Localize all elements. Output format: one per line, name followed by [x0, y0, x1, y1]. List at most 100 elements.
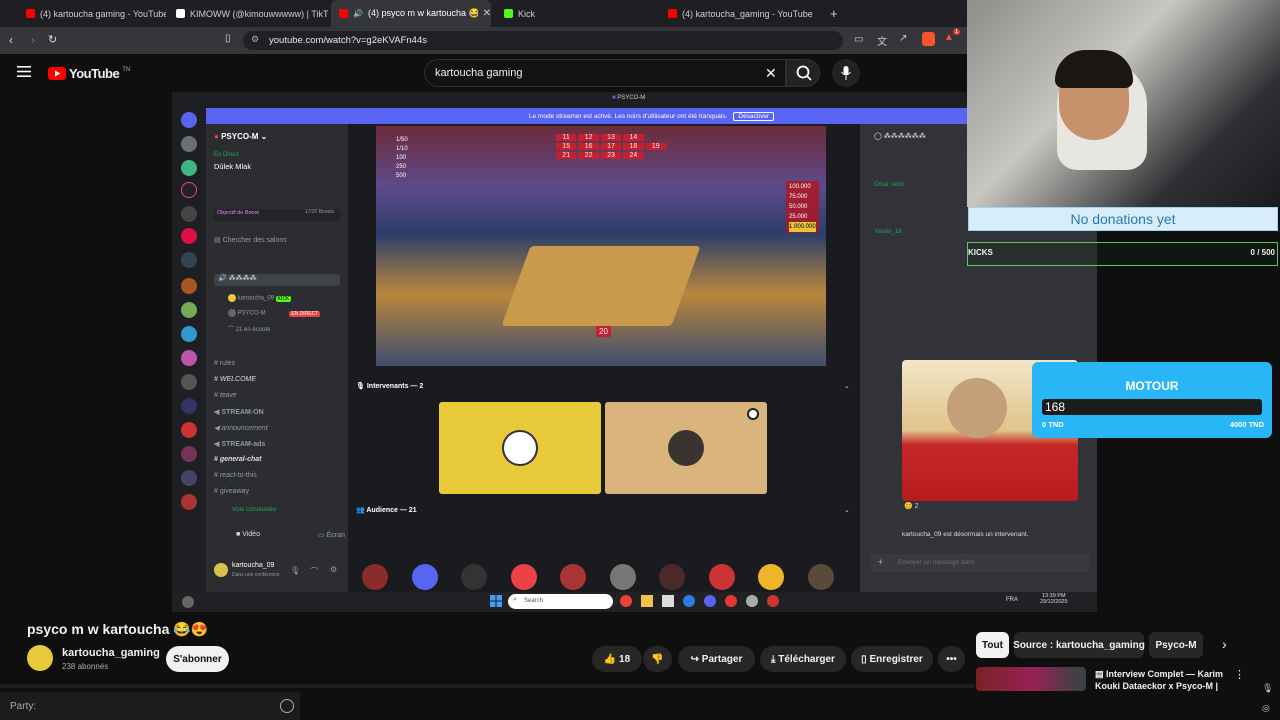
server-icon[interactable] — [181, 326, 197, 342]
server-icon[interactable] — [181, 446, 197, 462]
audience-avatar[interactable] — [758, 564, 784, 590]
location-icon[interactable]: ◎ — [1262, 703, 1270, 714]
server-icon[interactable] — [181, 302, 197, 318]
channel-avatar[interactable] — [27, 645, 53, 671]
site-info-icon[interactable]: ⚙ — [251, 34, 259, 45]
channel-item[interactable]: ◀ STREAM-ON — [214, 408, 264, 416]
edge-icon[interactable] — [683, 595, 695, 607]
deafen-icon[interactable]: ⌒ — [310, 566, 318, 577]
server-icon[interactable] — [181, 398, 197, 414]
channel-item[interactable]: ◀ STREAM-ads — [214, 440, 265, 448]
dislike-button[interactable]: 👎 — [643, 646, 672, 672]
channel-item[interactable]: # react-to-this — [214, 472, 257, 479]
channel-search[interactable]: ▤ Chercher des salons — [214, 236, 287, 244]
reload-icon[interactable]: ↻ — [48, 33, 57, 46]
tab-close-icon[interactable]: ✕ — [483, 8, 491, 19]
server-icon[interactable] — [181, 182, 197, 198]
app-icon[interactable] — [746, 595, 758, 607]
menu-icon[interactable] — [17, 66, 31, 77]
audience-header[interactable]: 👥 Audience — 21 — [356, 506, 417, 514]
channel-item[interactable]: # giveaway — [214, 488, 249, 495]
microphone-icon[interactable]: 🎙 — [1262, 683, 1273, 694]
server-icon[interactable] — [181, 252, 197, 268]
channel-item[interactable]: # rules — [214, 360, 235, 367]
subscribe-button[interactable]: S'abonner — [166, 646, 229, 672]
cast-icon[interactable]: ▭ — [854, 34, 863, 45]
save-button[interactable]: ▯ Enregistrer — [851, 646, 933, 672]
video-player[interactable]: ■ PSYCO-M ← Le mode streamer est activé.… — [172, 92, 1097, 612]
store-icon[interactable] — [662, 595, 674, 607]
search-input[interactable]: kartoucha gaming ✕ — [424, 59, 786, 87]
screen-share-video[interactable]: 11 12 13 14 15 16 17 18 19 21 22 23 24 1… — [376, 126, 826, 366]
audience-avatar[interactable] — [708, 564, 735, 590]
windows-start-icon[interactable] — [490, 595, 502, 607]
server-icon[interactable] — [181, 228, 197, 244]
server-icon[interactable] — [181, 470, 197, 486]
channel-item[interactable]: # leave — [214, 392, 237, 399]
file-explorer-icon[interactable] — [641, 595, 653, 607]
audience-avatar[interactable] — [411, 564, 438, 590]
address-bar[interactable]: ⚙ youtube.com/watch?v=g2eKVAFn44s — [243, 31, 843, 50]
speakers-header[interactable]: 🎙 Intervenants — 2 — [356, 382, 423, 390]
forward-icon[interactable]: › — [31, 33, 35, 47]
party-icon[interactable] — [280, 699, 294, 713]
server-name[interactable]: ● PSYCO-M ⌄ — [214, 132, 267, 141]
language-indicator[interactable]: FRA — [1006, 597, 1018, 603]
voice-user[interactable]: kartoucha_09 KICK — [228, 294, 292, 302]
chip-psyco[interactable]: Psyco-M — [1149, 632, 1203, 658]
speaker-tile[interactable] — [605, 402, 767, 494]
discord-home-icon[interactable] — [181, 112, 197, 128]
app-icon[interactable] — [767, 595, 779, 607]
video-button[interactable]: ■ Vidéo — [236, 531, 260, 538]
live-title[interactable]: Dûlek Mlak — [214, 162, 251, 171]
server-icon[interactable] — [181, 160, 197, 176]
recommended-title[interactable]: ▤ Interview Complet — Karim Kouki Dataec… — [1095, 668, 1230, 692]
audience-avatar[interactable] — [659, 564, 685, 590]
disable-streamer-mode-button[interactable]: Désactiver — [733, 111, 775, 121]
chat-username[interactable]: Yassin_16 — [874, 229, 902, 235]
speaker-tile[interactable] — [439, 402, 601, 494]
taskbar-search[interactable]: ⌕ Search — [508, 594, 613, 609]
chrome-icon[interactable] — [620, 595, 632, 607]
browser-tab[interactable]: KIMOWW (@kimouwwwww) | TikTok — [168, 0, 328, 27]
bookmark-icon[interactable]: ▯ — [225, 33, 231, 44]
clock[interactable]: 13:39 PM 29/12/2025 — [1040, 593, 1068, 605]
weather-icon[interactable] — [182, 596, 194, 608]
voice-channel-active[interactable]: 🔊 ⁂⁂⁂⁂ — [214, 274, 340, 286]
settings-gear-icon[interactable]: ⚙ — [330, 565, 337, 574]
download-button[interactable]: ⤓ Télécharger — [760, 646, 846, 672]
server-icon[interactable] — [181, 494, 197, 510]
collapse-chevron-icon[interactable]: ⌄ — [844, 382, 850, 390]
chip-all[interactable]: Tout — [976, 632, 1009, 658]
like-button[interactable]: 👍 18 — [592, 646, 642, 672]
add-attachment-icon[interactable]: + — [878, 557, 883, 567]
share-button[interactable]: ↪ Partager — [678, 646, 755, 672]
chat-username[interactable]: Omar ramo — [874, 182, 904, 188]
channel-item[interactable]: ◀ announcement — [214, 424, 268, 432]
clear-search-icon[interactable]: ✕ — [765, 65, 777, 82]
back-icon[interactable]: ‹ — [9, 33, 13, 47]
server-icon[interactable] — [181, 350, 197, 366]
chip-source[interactable]: Source : kartoucha_gaming — [1013, 632, 1145, 658]
browser-tab[interactable]: (4) kartoucha gaming - YouTube — [18, 0, 166, 27]
audience-avatar[interactable] — [461, 564, 487, 590]
server-icon[interactable] — [181, 278, 197, 294]
mute-icon[interactable]: 🎙 — [290, 566, 300, 575]
browser-tab[interactable]: Kick — [496, 0, 656, 27]
browser-tab[interactable]: (4) kartoucha_gaming - YouTube — [660, 0, 820, 27]
server-icon[interactable] — [181, 422, 197, 438]
audience-avatar[interactable] — [609, 564, 636, 590]
audience-avatar[interactable] — [807, 564, 834, 590]
party-bar[interactable]: Party: — [0, 692, 300, 720]
screen-share-button[interactable]: ▭ Écran — [318, 531, 345, 539]
chat-input[interactable]: + Envoyer un message dans — [870, 554, 1090, 572]
channel-item[interactable]: # general-chat — [214, 456, 261, 463]
settings-gear-icon[interactable] — [747, 408, 759, 420]
audience-avatar[interactable] — [510, 564, 537, 590]
user-avatar[interactable] — [214, 563, 228, 577]
app-icon[interactable] — [725, 595, 737, 607]
chevron-right-icon[interactable]: › — [1222, 636, 1227, 652]
rewards-icon[interactable]: ▲ — [944, 32, 954, 43]
audience-avatar[interactable] — [362, 564, 388, 590]
brave-shield-icon[interactable] — [922, 32, 935, 46]
